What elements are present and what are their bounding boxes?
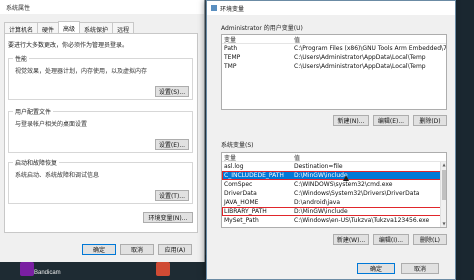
variable-value: D:\MinGW\include bbox=[294, 208, 348, 215]
table-row[interactable]: C_INCLUDEDE_PATH D:\MinGW\include bbox=[222, 171, 446, 180]
startup-recovery-title: 启动和故障恢复 bbox=[13, 158, 60, 167]
user-profiles-title: 用户配置文件 bbox=[13, 107, 54, 116]
table-row[interactable]: TEMP C:\Users\Administrator\AppData\Loca… bbox=[222, 53, 446, 62]
startup-recovery-settings-button[interactable]: 设置(T)... bbox=[155, 190, 189, 201]
system-variables-table[interactable]: 变量 值 asl.log Destination=file C_INCLUDEDE_… bbox=[221, 152, 447, 228]
table-header: 变量 值 bbox=[222, 35, 446, 44]
column-header-value[interactable]: 值 bbox=[294, 153, 446, 162]
column-header-value[interactable]: 值 bbox=[294, 35, 446, 44]
performance-title: 性能 bbox=[13, 54, 30, 63]
ok-button[interactable]: 确定 bbox=[82, 244, 116, 255]
variable-name: TEMP bbox=[224, 54, 241, 61]
system-table-scrollbar[interactable]: ▲ ▼ bbox=[440, 162, 446, 227]
table-row[interactable]: MySet_Path C:\Windows\en-US\Tukzva\Tukzva… bbox=[222, 216, 446, 225]
variable-value: C:\Program Files (x86)\GNU Tools Arm Emb… bbox=[294, 45, 446, 52]
table-row[interactable]: asl.log Destination=file bbox=[222, 162, 446, 171]
env-cancel-button[interactable]: 取消 bbox=[401, 263, 439, 274]
startup-recovery-group: 启动和故障恢复 系统启动、系统故障和调试信息 设置(T)... bbox=[8, 158, 193, 204]
variable-value: C:\WINDOWS\system32\cmd.exe bbox=[294, 181, 393, 188]
variable-value: C:\Windows\en-US\Tukzva\Tukzva123456.exe bbox=[294, 217, 430, 224]
variable-value: C:\Users\Administrator\AppData\Local\Tem… bbox=[294, 54, 426, 61]
system-new-button[interactable]: 新建(W)... bbox=[333, 234, 369, 245]
variable-name: MySet_Path bbox=[224, 217, 259, 224]
admin-note: 要进行大多数更改，你必须作为管理员登录。 bbox=[8, 42, 129, 49]
variable-value: C:\Users\Administrator\AppData\Local\Tem… bbox=[294, 63, 426, 70]
variable-value: D:\android\java bbox=[294, 199, 341, 206]
right-edge-strip bbox=[454, 0, 474, 280]
user-edit-button[interactable]: 编辑(E)... bbox=[373, 115, 409, 126]
system-delete-button[interactable]: 删除(L) bbox=[413, 234, 447, 245]
performance-settings-button[interactable]: 设置(S)... bbox=[155, 86, 189, 97]
system-properties-titlebar[interactable]: 系统属性 bbox=[0, 0, 204, 14]
performance-desc: 视觉效果，处理器计划，内存使用，以及虚拟内存 bbox=[15, 68, 148, 75]
user-variables-label: Administrator 的用户变量(U) bbox=[221, 25, 303, 32]
scroll-up-arrow-icon[interactable]: ▲ bbox=[441, 162, 446, 168]
scrollbar-thumb[interactable] bbox=[442, 170, 446, 200]
user-profiles-desc: 与登录帐户相关的桌面设置 bbox=[15, 121, 88, 128]
column-header-variable[interactable]: 变量 bbox=[222, 153, 294, 162]
environment-variables-button[interactable]: 环境变量(N)... bbox=[143, 212, 193, 223]
system-variables-rows: asl.log Destination=file C_INCLUDEDE_PATH D… bbox=[222, 162, 446, 225]
variable-value: Destination=file bbox=[294, 163, 343, 170]
table-row[interactable]: DriverData C:\Windows\System32\Drivers\Dr… bbox=[222, 189, 446, 198]
environment-variables-dialog: 环境变量 Administrator 的用户变量(U) 变量 值 Path C:… bbox=[206, 0, 456, 280]
table-row[interactable]: JAVA_HOME D:\android\java bbox=[222, 198, 446, 207]
table-row[interactable]: LIBRARY_PATH D:\MinGW\include bbox=[222, 207, 446, 216]
variable-name: C_INCLUDEDE_PATH bbox=[224, 172, 284, 179]
user-profiles-group: 用户配置文件 与登录帐户相关的桌面设置 设置(E)... bbox=[8, 107, 193, 153]
variable-name: asl.log bbox=[224, 163, 244, 170]
dialog-title: 环境变量 bbox=[220, 5, 245, 13]
user-profiles-settings-button[interactable]: 设置(E)... bbox=[155, 139, 189, 150]
env-ok-button[interactable]: 确定 bbox=[357, 263, 395, 274]
app-shortcut-icon[interactable] bbox=[156, 262, 170, 276]
variable-name: TMP bbox=[224, 63, 237, 70]
window-title: 系统属性 bbox=[6, 4, 31, 12]
user-delete-button[interactable]: 删除(D) bbox=[413, 115, 447, 126]
table-row[interactable]: Path C:\Program Files (x86)\GNU Tools Ar… bbox=[222, 44, 446, 53]
variable-name: Path bbox=[224, 45, 238, 52]
user-variables-table[interactable]: 变量 值 Path C:\Program Files (x86)\GNU Too… bbox=[221, 34, 447, 110]
column-header-variable[interactable]: 变量 bbox=[222, 35, 294, 44]
bandicam-label: Bandicam bbox=[34, 270, 61, 276]
table-row[interactable]: TMP C:\Users\Administrator\AppData\Local… bbox=[222, 62, 446, 71]
system-variables-label: 系统变量(S) bbox=[221, 142, 254, 149]
bandicam-icon[interactable] bbox=[20, 262, 34, 276]
cancel-button[interactable]: 取消 bbox=[120, 244, 154, 255]
table-header: 变量 值 bbox=[222, 153, 446, 162]
environment-variables-titlebar[interactable]: 环境变量 bbox=[207, 1, 455, 15]
variable-value: C:\Windows\System32\Drivers\DriverData bbox=[294, 190, 420, 197]
mouse-cursor-icon bbox=[343, 175, 349, 181]
variable-name: LIBRARY_PATH bbox=[224, 208, 267, 215]
scroll-down-arrow-icon[interactable]: ▼ bbox=[441, 221, 446, 227]
window-icon bbox=[211, 5, 217, 11]
variable-name: ComSpec bbox=[224, 181, 253, 188]
startup-recovery-desc: 系统启动、系统故障和调试信息 bbox=[15, 172, 100, 179]
variable-value: D:\MinGW\include bbox=[294, 172, 348, 179]
system-properties-window: 系统属性 计算机名 硬件 高级 系统保护 远程 要进行大多数更改，你必须作为管理… bbox=[0, 0, 205, 262]
table-row[interactable]: ComSpec C:\WINDOWS\system32\cmd.exe bbox=[222, 180, 446, 189]
variable-name: JAVA_HOME bbox=[224, 199, 259, 206]
apply-button[interactable]: 应用(A) bbox=[158, 244, 192, 255]
system-edit-button[interactable]: 编辑(I)... bbox=[373, 234, 409, 245]
variable-name: DriverData bbox=[224, 190, 257, 197]
performance-group: 性能 视觉效果，处理器计划，内存使用，以及虚拟内存 设置(S)... bbox=[8, 54, 193, 100]
user-new-button[interactable]: 新建(N)... bbox=[333, 115, 369, 126]
